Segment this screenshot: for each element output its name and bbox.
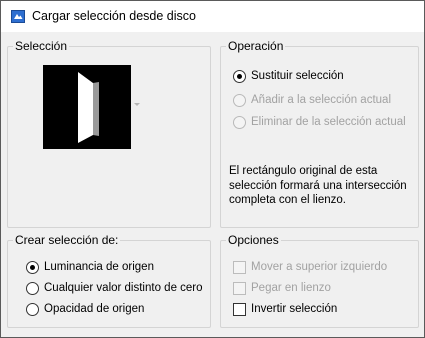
checkbox[interactable] bbox=[233, 302, 246, 316]
radio-button[interactable] bbox=[233, 93, 246, 107]
checkbox-label: Pegar en lienzo bbox=[251, 282, 331, 294]
operacion-label: Operación bbox=[226, 39, 286, 53]
radio-button[interactable] bbox=[26, 281, 39, 295]
radio-button[interactable] bbox=[233, 115, 246, 129]
preview-dropdown-arrow-icon[interactable] bbox=[134, 103, 140, 106]
checkbox[interactable] bbox=[233, 281, 246, 295]
radio-anadir-seleccion[interactable]: Añadir a la selección actual bbox=[233, 92, 391, 108]
checkbox-invertir-seleccion[interactable]: Invertir selección bbox=[233, 301, 337, 317]
radio-eliminar-seleccion[interactable]: Eliminar de la selección actual bbox=[233, 114, 406, 130]
radio-button[interactable] bbox=[233, 69, 246, 83]
checkbox-mover-superior-izquierdo[interactable]: Mover a superior izquierdo bbox=[233, 259, 387, 275]
radio-luminancia-origen[interactable]: Luminancia de origen bbox=[26, 259, 154, 275]
checkbox-pegar-lienzo[interactable]: Pegar en lienzo bbox=[233, 280, 331, 296]
checkbox-label: Invertir selección bbox=[251, 303, 338, 315]
radio-label: Cualquier valor distinto de cero bbox=[44, 282, 203, 294]
radio-valor-distinto-cero[interactable]: Cualquier valor distinto de cero bbox=[26, 280, 203, 296]
radio-label: Opacidad de origen bbox=[44, 303, 145, 315]
operation-info-text: El rectángulo original de esta selección… bbox=[229, 165, 407, 206]
window-title: Cargar selección desde disco bbox=[32, 9, 196, 23]
selection-preview-image bbox=[43, 65, 131, 149]
radio-label: Añadir a la selección actual bbox=[251, 94, 391, 106]
crear-seleccion-label: Crear selección de: bbox=[13, 233, 121, 247]
opciones-label: Opciones bbox=[226, 233, 281, 247]
radio-button[interactable] bbox=[26, 260, 39, 274]
radio-label: Eliminar de la selección actual bbox=[251, 116, 406, 128]
radio-button[interactable] bbox=[26, 302, 39, 316]
radio-opacidad-origen[interactable]: Opacidad de origen bbox=[26, 301, 144, 317]
radio-label: Luminancia de origen bbox=[44, 261, 154, 273]
title-bar: Cargar selección desde disco bbox=[1, 1, 424, 32]
radio-label: Sustituir selección bbox=[251, 70, 344, 82]
load-selection-dialog: Cargar selección desde disco Selección O… bbox=[0, 0, 425, 338]
selection-preview[interactable] bbox=[43, 65, 131, 149]
checkbox[interactable] bbox=[233, 260, 246, 274]
radio-sustituir-seleccion[interactable]: Sustituir selección bbox=[233, 68, 344, 84]
checkbox-label: Mover a superior izquierdo bbox=[251, 261, 388, 273]
seleccion-label: Selección bbox=[13, 39, 70, 53]
app-icon bbox=[11, 10, 25, 23]
